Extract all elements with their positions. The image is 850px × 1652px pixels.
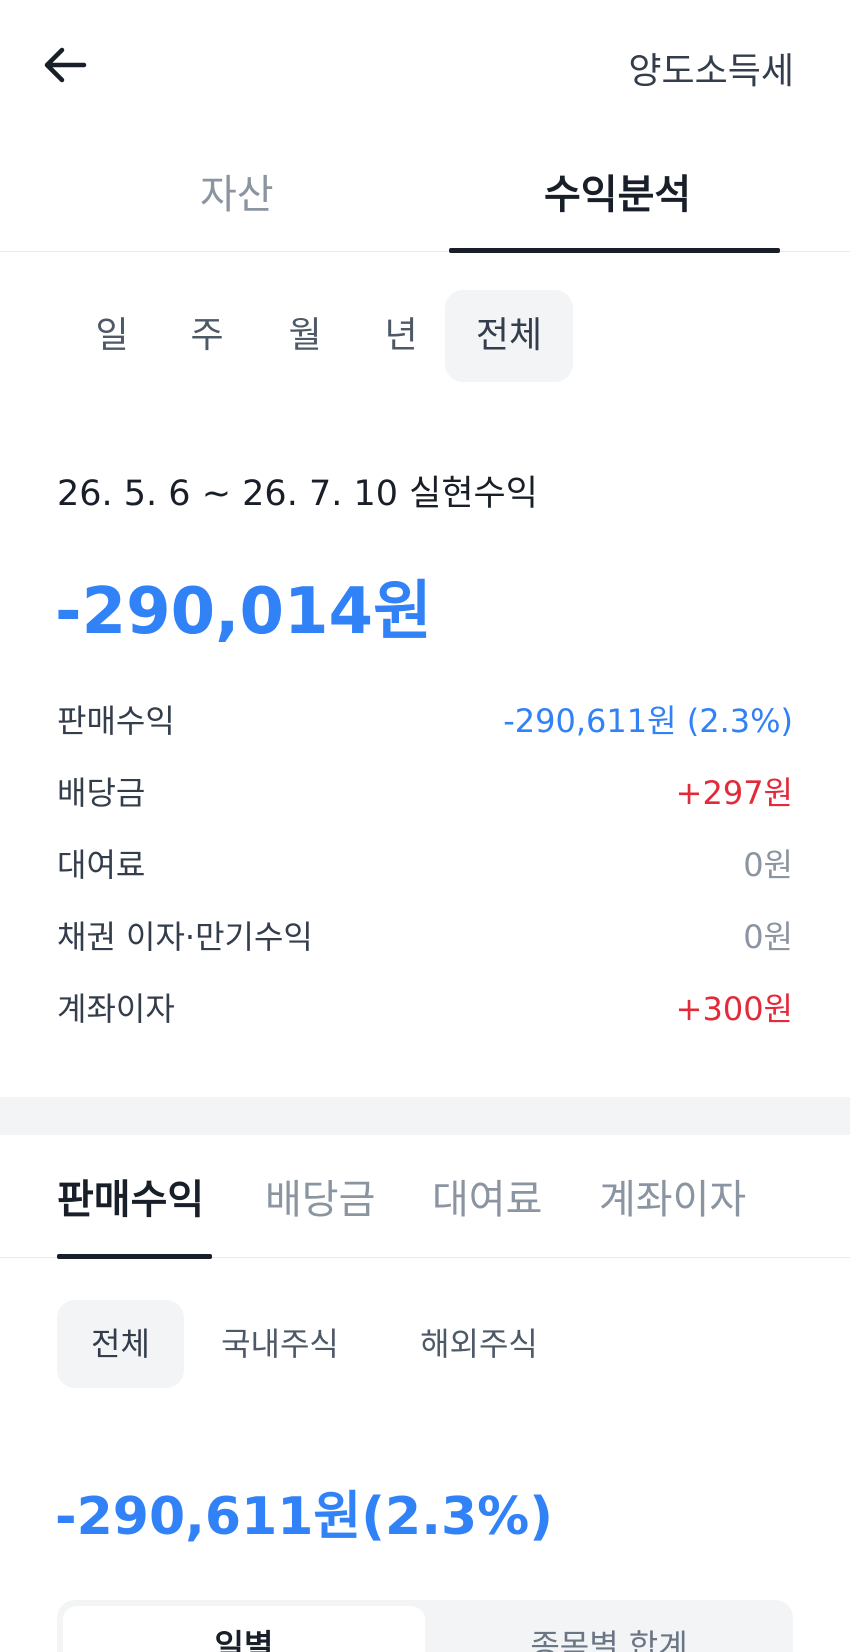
view-by-stock-total[interactable]: 종목별 합계 [431,1606,787,1652]
tab-active-indicator [449,248,780,253]
breakdown-value: +297원 [675,774,793,812]
tab-account-interest[interactable]: 계좌이자 [599,1167,746,1225]
realized-profit-total: -290,014원 [55,575,432,649]
period-all[interactable]: 전체 [445,290,573,382]
breakdown-label: 판매수익 [57,702,175,740]
period-week[interactable]: 주 [182,290,232,382]
sales-profit-amount: -290,611원(2.3%) [55,1487,554,1547]
main-tabs: 자산 수익분석 [0,140,850,253]
tab-profit-analysis[interactable]: 수익분석 [544,162,691,220]
period-day[interactable]: 일 [87,290,137,382]
breakdown-value: 0원 [743,918,793,956]
section-divider [0,1097,850,1135]
market-all[interactable]: 전체 [57,1300,184,1388]
breakdown-row: 채권 이자·만기수익 0원 [57,906,793,956]
view-daily[interactable]: 일별 [63,1606,425,1652]
market-filter: 전체 국내주식 해외주식 [57,1300,797,1388]
market-overseas[interactable]: 해외주식 [414,1300,544,1388]
breakdown-value: 0원 [743,846,793,884]
view-toggle: 일별 종목별 합계 [57,1600,793,1652]
tab-lending-fee[interactable]: 대여료 [432,1167,542,1225]
breakdown-value: -290,611원 (2.3%) [503,702,793,740]
breakdown-value: +300원 [675,990,793,1028]
breakdown-label: 배당금 [57,774,146,812]
back-button[interactable] [40,40,90,90]
breakdown-label: 계좌이자 [57,990,175,1028]
top-bar: 양도소득세 [0,0,850,130]
market-domestic[interactable]: 국내주식 [215,1300,345,1388]
tab-dividends[interactable]: 배당금 [265,1167,375,1225]
realized-profit-range: 26. 5. 6 ~ 26. 7. 10 실현수익 [57,474,538,514]
period-filter: 일 주 월 년 전체 [57,290,797,382]
breakdown-row: 대여료 0원 [57,834,793,884]
sub-tab-active-indicator [57,1254,212,1259]
breakdown-label: 채권 이자·만기수익 [57,918,313,956]
tab-sales-profit[interactable]: 판매수익 [57,1167,204,1225]
tab-assets[interactable]: 자산 [200,162,274,220]
breakdown-label: 대여료 [57,846,146,884]
arrow-left-icon [44,47,87,83]
breakdown-row: 계좌이자 +300원 [57,978,793,1028]
breakdown-row: 판매수익 -290,611원 (2.3%) [57,690,793,740]
capital-gains-tax-button[interactable]: 양도소득세 [628,42,794,94]
period-year[interactable]: 년 [376,290,426,382]
breakdown-row: 배당금 +297원 [57,762,793,812]
period-month[interactable]: 월 [280,290,330,382]
profit-type-tabs: 판매수익 배당금 대여료 계좌이자 [0,1135,850,1259]
